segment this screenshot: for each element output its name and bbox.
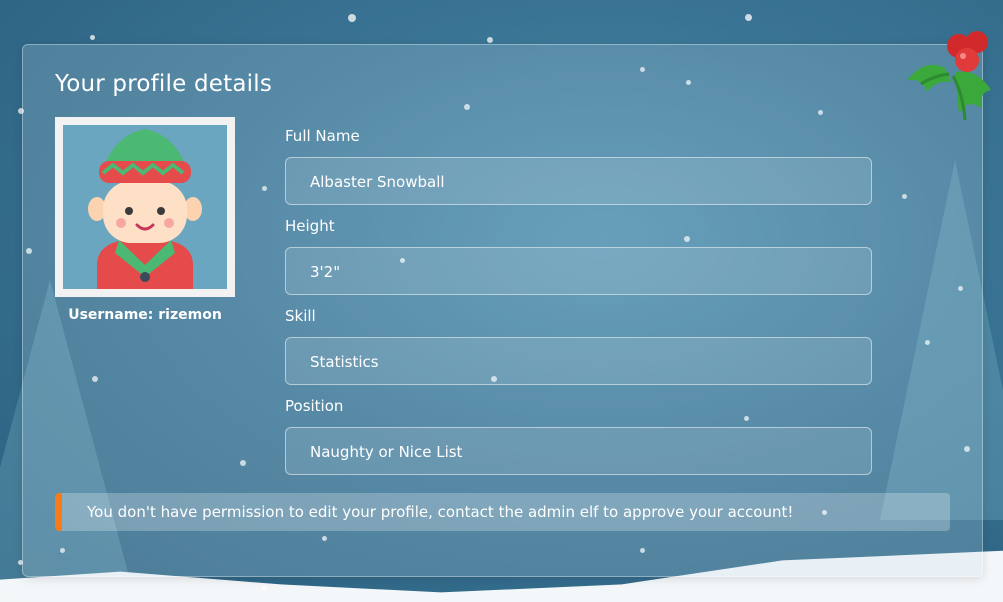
snowflake <box>90 35 95 40</box>
snowflake <box>262 586 267 591</box>
elf-avatar-icon <box>88 129 202 289</box>
snowflake <box>487 37 493 43</box>
position-field[interactable]: Naughty or Nice List <box>285 427 872 475</box>
skill-field[interactable]: Statistics <box>285 337 872 385</box>
height-label: Height <box>285 217 335 235</box>
profile-card: Your profile details Username: rizemon F… <box>22 44 983 577</box>
holly-icon <box>907 31 991 121</box>
username-label: Username: rizemon <box>68 307 222 323</box>
snowflake <box>348 14 356 22</box>
height-field[interactable]: 3'2" <box>285 247 872 295</box>
full-name-field[interactable]: Albaster Snowball <box>285 157 872 205</box>
permission-notice: You don't have permission to edit your p… <box>55 493 950 531</box>
snowflake <box>745 14 752 21</box>
full-name-label: Full Name <box>285 127 360 145</box>
avatar <box>55 117 235 297</box>
skill-label: Skill <box>285 307 316 325</box>
page-title: Your profile details <box>55 71 272 97</box>
position-label: Position <box>285 397 344 415</box>
